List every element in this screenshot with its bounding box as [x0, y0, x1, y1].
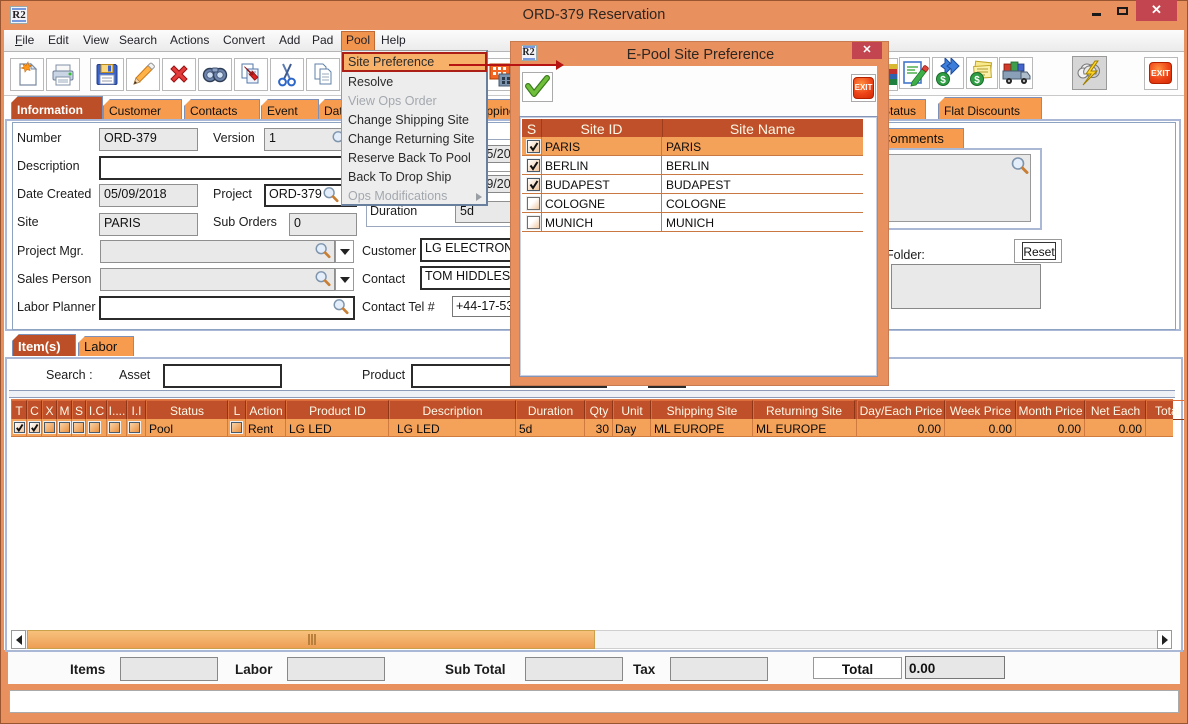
svg-text:$: $: [974, 75, 980, 86]
svg-text:$: $: [940, 75, 946, 86]
